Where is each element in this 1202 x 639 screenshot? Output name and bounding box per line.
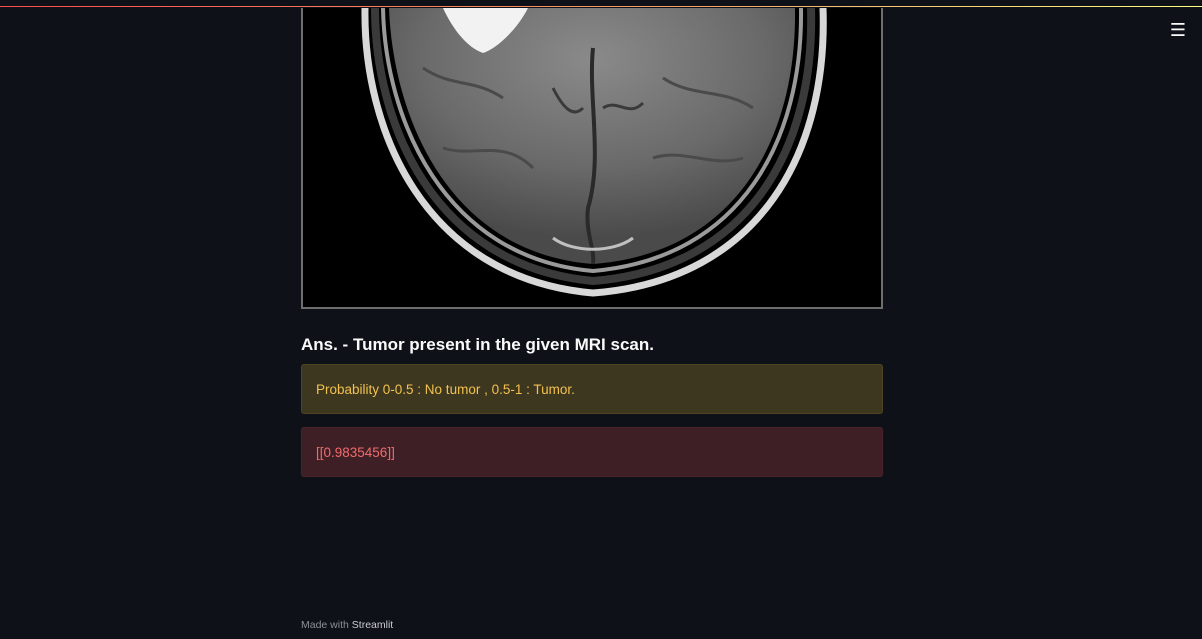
mri-scan-image: [301, 8, 883, 309]
probability-value-text: [[0.9835456]]: [316, 444, 395, 460]
probability-info-text: Probability 0-0.5 : No tumor , 0.5-1 : T…: [316, 381, 575, 397]
footer-made-with: Made with: [301, 619, 349, 631]
main-menu-button[interactable]: ☰: [1168, 20, 1188, 40]
mri-scan-illustration: [303, 8, 881, 307]
result-answer: Ans. - Tumor present in the given MRI sc…: [301, 335, 654, 354]
hamburger-icon: ☰: [1169, 19, 1187, 40]
probability-info-alert: Probability 0-0.5 : No tumor , 0.5-1 : T…: [301, 364, 883, 414]
top-decoration-bar: [0, 0, 1202, 7]
probability-value-alert: [[0.9835456]]: [301, 427, 883, 477]
footer: Made with Streamlit: [301, 619, 393, 631]
streamlit-link[interactable]: Streamlit: [352, 619, 393, 631]
